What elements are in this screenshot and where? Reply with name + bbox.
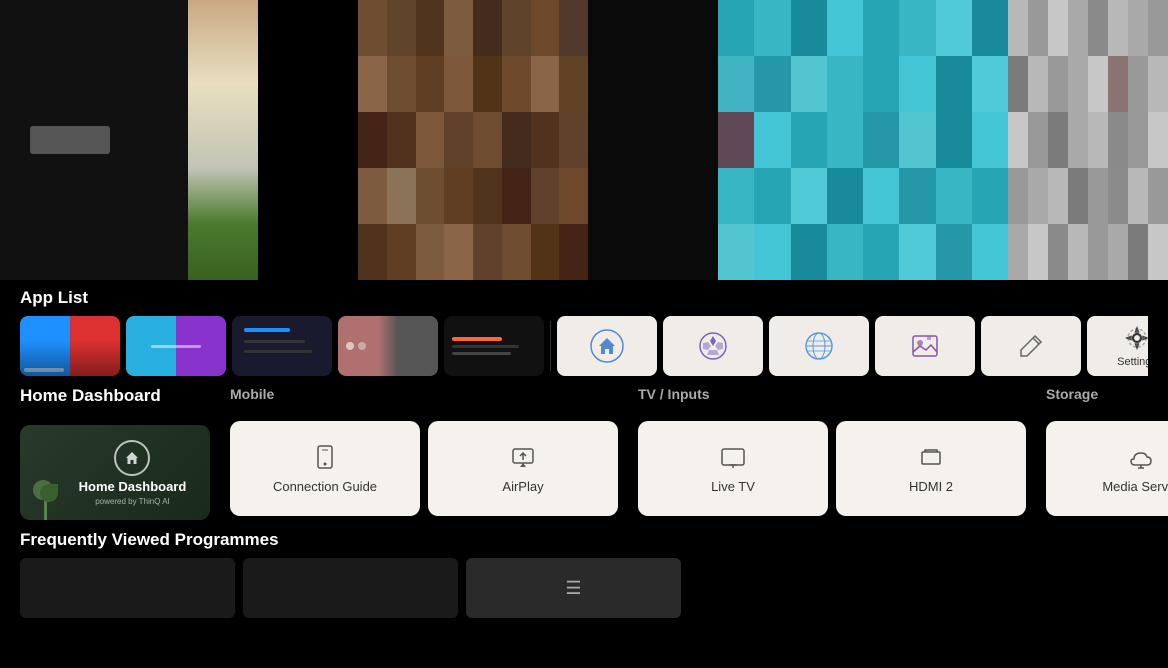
mobile-group: Mobile Connection Guide AirPlay xyxy=(230,386,618,520)
storage-title: Storage xyxy=(1046,386,1098,402)
app-list-scroll: Settings xyxy=(20,316,1148,376)
settings-label: Settings xyxy=(1117,356,1148,368)
app-tile-1[interactable] xyxy=(20,316,120,376)
app-list-separator xyxy=(550,321,551,371)
mobile-phone-icon xyxy=(311,443,339,471)
home-house-icon xyxy=(123,449,141,467)
home-dashboard-group: Home Dashboard xyxy=(20,386,210,520)
app-tile-4[interactable] xyxy=(338,316,438,376)
freq-card-1[interactable] xyxy=(20,558,235,618)
media-server-card[interactable]: Media Server xyxy=(1046,421,1168,516)
frequently-viewed-cards: ☰ xyxy=(20,558,1148,618)
thumb-placeholder xyxy=(0,0,188,280)
app-tile-edit[interactable] xyxy=(981,316,1081,376)
app-tile-settings[interactable]: Settings xyxy=(1087,316,1148,376)
airplay-label: AirPlay xyxy=(502,479,543,494)
thumb-gray-pill xyxy=(30,126,110,154)
thumb-brown[interactable] xyxy=(358,0,588,280)
plant-decoration xyxy=(28,465,63,520)
live-tv-icon xyxy=(719,443,747,471)
settings-gear-icon xyxy=(1123,324,1148,352)
hdmi2-card[interactable]: HDMI 2 xyxy=(836,421,1026,516)
frequently-viewed-section: Frequently Viewed Programmes ☰ xyxy=(0,520,1168,618)
media-server-label: Media Server xyxy=(1102,479,1168,494)
frequently-viewed-title: Frequently Viewed Programmes xyxy=(20,530,1148,550)
airplay-icon xyxy=(509,443,537,471)
bottom-sections: Home Dashboard xyxy=(0,376,1168,520)
thumb-portrait[interactable] xyxy=(188,0,258,280)
freq-card-2[interactable] xyxy=(243,558,458,618)
gallery-icon xyxy=(907,328,943,364)
app-tile-gallery[interactable] xyxy=(875,316,975,376)
thumb-gray-grid[interactable] xyxy=(1008,0,1168,280)
home-dashboard-card[interactable]: Home Dashboard powered by ThinQ AI xyxy=(20,425,210,520)
mobile-title: Mobile xyxy=(230,386,274,402)
app-tile-globe[interactable] xyxy=(769,316,869,376)
storage-cards: Media Server xyxy=(1046,421,1168,516)
live-tv-label: Live TV xyxy=(711,479,755,494)
storage-group: Storage Media Server xyxy=(1046,386,1168,520)
hdmi2-label: HDMI 2 xyxy=(909,479,953,494)
app-list-title: App List xyxy=(20,288,1148,308)
edit-icon xyxy=(1013,328,1049,364)
home-dashboard-cards: Home Dashboard powered by ThinQ AI xyxy=(20,425,210,520)
connection-guide-card[interactable]: Connection Guide xyxy=(230,421,420,516)
app-list-section: App List xyxy=(0,280,1168,376)
top-thumbnails xyxy=(0,0,1168,280)
home-dashboard-title: Home Dashboard xyxy=(20,386,161,406)
menu-list-icon: ☰ xyxy=(565,578,581,599)
freq-card-3[interactable]: ☰ xyxy=(466,558,681,618)
home-dashboard-label: Home Dashboard xyxy=(79,479,187,494)
app-tile-5[interactable] xyxy=(444,316,544,376)
tv-inputs-group: TV / Inputs Live TV HDMI 2 xyxy=(638,386,1026,520)
app-tile-sports[interactable] xyxy=(663,316,763,376)
globe-icon xyxy=(801,328,837,364)
hdmi-icon xyxy=(917,443,945,471)
connection-guide-label: Connection Guide xyxy=(273,479,377,494)
home-icon xyxy=(589,328,625,364)
sports-icon xyxy=(695,328,731,364)
thumb-dark-gap2 xyxy=(588,0,718,280)
app-tile-home[interactable] xyxy=(557,316,657,376)
home-dashboard-img: Home Dashboard powered by ThinQ AI xyxy=(20,425,210,520)
app-tile-3[interactable] xyxy=(232,316,332,376)
mobile-cards: Connection Guide AirPlay xyxy=(230,421,618,516)
live-tv-card[interactable]: Live TV xyxy=(638,421,828,516)
home-dashboard-center: Home Dashboard powered by ThinQ AI xyxy=(79,440,187,506)
app-tile-2[interactable] xyxy=(126,316,226,376)
airplay-card[interactable]: AirPlay xyxy=(428,421,618,516)
tv-inputs-cards: Live TV HDMI 2 xyxy=(638,421,1026,516)
thinq-subtitle: powered by ThinQ AI xyxy=(95,497,170,506)
home-icon-circle xyxy=(114,440,150,476)
media-server-icon xyxy=(1127,443,1155,471)
thumb-dark-gap xyxy=(258,0,358,280)
thumb-teal[interactable] xyxy=(718,0,1008,280)
tv-inputs-title: TV / Inputs xyxy=(638,386,710,402)
